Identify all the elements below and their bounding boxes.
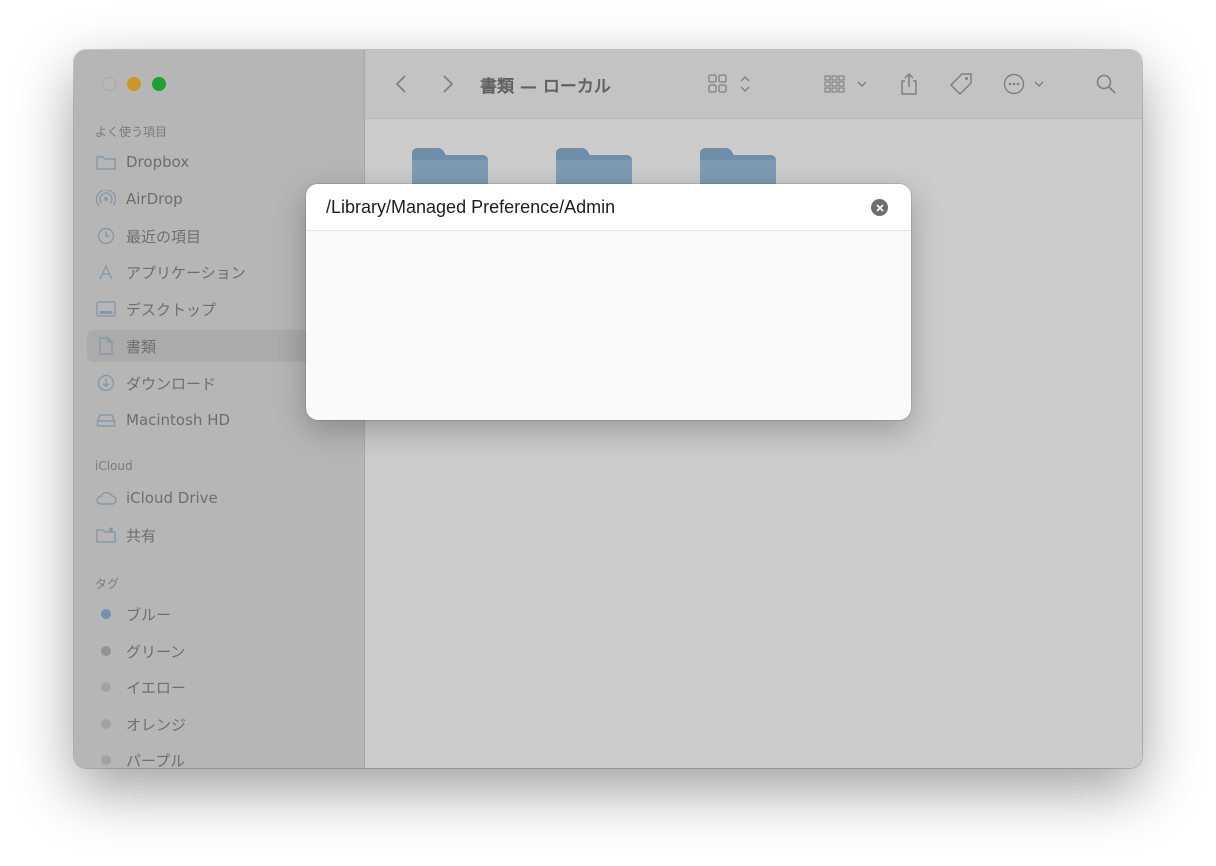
airdrop-icon <box>95 190 117 208</box>
sidebar-item-dropbox[interactable]: Dropbox <box>87 146 353 178</box>
tag-icon[interactable] <box>945 68 977 100</box>
download-icon <box>95 374 117 392</box>
sidebar-item-label: パープル <box>126 751 186 769</box>
sidebar-item-label: グリーン <box>126 642 186 661</box>
window-title: 書類 — ローカル <box>480 77 611 97</box>
sidebar-item-shared[interactable]: 共有 <box>87 519 353 551</box>
document-icon <box>95 337 117 355</box>
sidebar-item-label: Dropbox <box>126 153 190 171</box>
toolbar: 書類 — ローカル <box>365 50 1142 119</box>
sidebar-tag-green[interactable]: グリーン <box>87 635 353 667</box>
tag-color-dot <box>101 755 111 765</box>
tag-color-dot <box>101 719 111 729</box>
tags-heading: タグ <box>95 577 120 591</box>
sidebar-item-icloud-drive[interactable]: iCloud Drive <box>87 482 353 514</box>
group-icon[interactable] <box>822 68 874 100</box>
share-icon[interactable] <box>895 68 923 100</box>
chevron-right-icon[interactable] <box>438 68 458 100</box>
sidebar-tag-yellow[interactable]: イエロー <box>87 671 353 703</box>
cloud-icon <box>95 490 117 506</box>
sidebar-item-label: デスクトップ <box>126 300 217 319</box>
suggestions-list <box>306 231 911 420</box>
sidebar-item-label: ダウンロード <box>126 374 217 393</box>
view-grid-icon[interactable] <box>705 68 757 100</box>
sidebar-item-label: 共有 <box>126 526 157 545</box>
icloud-heading: iCloud <box>95 459 133 473</box>
sidebar-item-label: ブルー <box>126 605 172 624</box>
sidebar-item-label: 最近の項目 <box>126 227 202 246</box>
tag-color-dot <box>101 609 111 619</box>
more-icon[interactable] <box>1001 68 1051 100</box>
tag-color-dot <box>101 646 111 656</box>
favorites-heading: よく使う項目 <box>95 125 168 139</box>
path-field-row <box>306 184 911 231</box>
folder-icon <box>95 154 117 170</box>
sidebar-tag-orange[interactable]: オレンジ <box>87 708 353 740</box>
go-to-folder-dialog <box>306 184 911 420</box>
path-input[interactable] <box>326 184 856 230</box>
sidebar-item-label: アプリケーション <box>126 263 246 282</box>
window-zoom-button[interactable] <box>152 77 166 91</box>
desktop-icon <box>95 301 117 317</box>
sidebar-tag-blue[interactable]: ブルー <box>87 598 353 630</box>
shared-folder-icon <box>95 527 117 543</box>
clear-icon[interactable] <box>871 199 888 216</box>
sidebar-item-label: Macintosh HD <box>126 411 231 429</box>
chevron-left-icon[interactable] <box>391 68 411 100</box>
sidebar-item-label: 書類 <box>126 337 157 356</box>
applications-icon <box>95 263 117 281</box>
sidebar-item-label: オレンジ <box>126 715 187 734</box>
tag-color-dot <box>101 682 111 692</box>
disk-icon <box>95 412 117 428</box>
clock-icon <box>95 227 117 245</box>
sidebar-tag-purple[interactable]: パープル <box>87 744 353 768</box>
sidebar-item-label: AirDrop <box>126 190 183 208</box>
sidebar-item-label: イエロー <box>126 678 186 697</box>
search-icon[interactable] <box>1092 68 1120 100</box>
sidebar-item-label: iCloud Drive <box>126 489 218 507</box>
window-close-button[interactable] <box>102 77 116 91</box>
window-minimize-button[interactable] <box>127 77 141 91</box>
